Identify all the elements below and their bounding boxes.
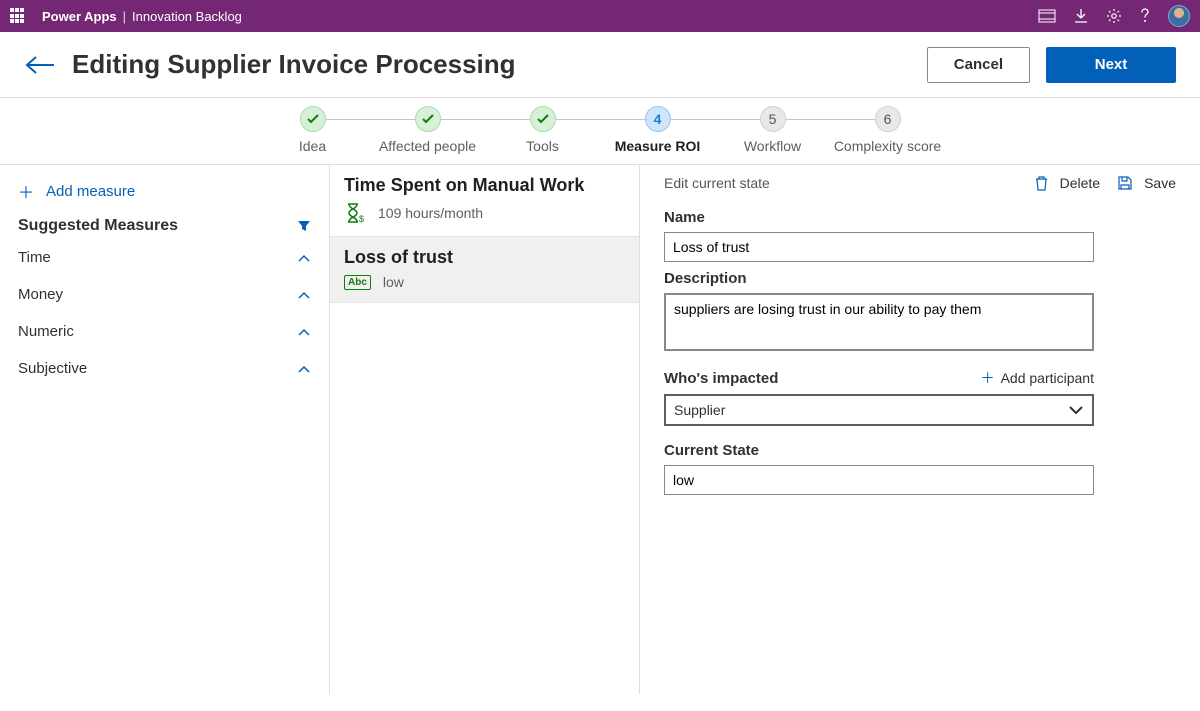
add-measure-label: Add measure [46,183,135,200]
edit-panel: Edit current state Delete Save Name Desc… [640,165,1200,694]
save-label: Save [1144,175,1176,191]
step-label: Idea [255,138,370,154]
step-label: Affected people [370,138,485,154]
brand-name: Power Apps [42,9,117,24]
current-state-label: Current State [664,442,1176,459]
wizard-stepper: Idea Affected people Tools 4 Measure ROI… [0,98,1200,165]
plus-icon: ＋ [981,368,995,388]
step-label: Complexity score [830,138,945,154]
chevron-up-icon [297,253,311,263]
step-workflow[interactable]: 5 Workflow [715,106,830,154]
save-button[interactable]: Save [1118,175,1176,191]
suggested-heading-text: Suggested Measures [18,217,178,235]
chevron-up-icon [297,327,311,337]
name-label: Name [664,209,1176,226]
category-label: Money [18,286,63,303]
chevron-down-icon [1068,404,1084,416]
category-label: Time [18,249,51,266]
measures-list: Time Spent on Manual Work $ 109 hours/mo… [330,165,640,694]
step-tools[interactable]: Tools [485,106,600,154]
measure-value: low [383,274,404,290]
impacted-value: Supplier [674,402,725,418]
chevron-up-icon [297,290,311,300]
chevron-up-icon [297,364,311,374]
delete-label: Delete [1060,175,1100,191]
step-label: Workflow [715,138,830,154]
measure-title: Loss of trust [344,247,625,268]
measures-sidebar: ＋ Add measure Suggested Measures Time Mo… [0,165,330,694]
user-avatar[interactable] [1168,5,1190,27]
filter-icon[interactable] [297,219,311,233]
suggested-measures-heading: Suggested Measures [18,213,311,239]
step-label: Measure ROI [600,138,715,154]
check-icon [306,112,320,126]
app-launcher-icon[interactable] [10,8,26,24]
fit-icon[interactable] [1038,9,1056,23]
plus-icon: ＋ [18,179,34,203]
cancel-button[interactable]: Cancel [927,47,1030,83]
step-number: 4 [645,106,671,132]
category-money[interactable]: Money [18,276,311,313]
step-affected-people[interactable]: Affected people [370,106,485,154]
gear-icon[interactable] [1106,8,1122,24]
trash-icon [1035,176,1054,191]
add-participant-label: Add participant [1001,370,1094,386]
category-time[interactable]: Time [18,239,311,276]
step-measure-roi[interactable]: 4 Measure ROI [600,106,715,154]
check-icon [421,112,435,126]
svg-text:$: $ [359,214,364,224]
category-label: Subjective [18,360,87,377]
next-button-label: Next [1095,56,1128,73]
hourglass-money-icon: $ [344,202,366,224]
category-numeric[interactable]: Numeric [18,313,311,350]
step-label: Tools [485,138,600,154]
check-icon [536,112,550,126]
text-badge-icon: Abc [344,275,371,290]
step-idea[interactable]: Idea [255,106,370,154]
step-number: 5 [760,106,786,132]
cancel-button-label: Cancel [954,56,1003,73]
category-subjective[interactable]: Subjective [18,350,311,387]
description-label: Description [664,270,1176,287]
topbar-separator: | [123,9,126,24]
step-number: 6 [875,106,901,132]
measure-card-time[interactable]: Time Spent on Manual Work $ 109 hours/mo… [330,165,639,236]
delete-button[interactable]: Delete [1035,175,1100,191]
impacted-label: Who's impacted [664,370,778,387]
content-body: ＋ Add measure Suggested Measures Time Mo… [0,165,1200,694]
add-measure-button[interactable]: ＋ Add measure [18,175,311,213]
page-header: Editing Supplier Invoice Processing Canc… [0,32,1200,98]
description-input[interactable] [664,293,1094,351]
step-complexity-score[interactable]: 6 Complexity score [830,106,945,154]
measure-value: 109 hours/month [378,205,483,221]
next-button[interactable]: Next [1046,47,1176,83]
impacted-select[interactable]: Supplier [664,394,1094,426]
measure-title: Time Spent on Manual Work [344,175,625,196]
help-icon[interactable] [1140,8,1150,24]
download-icon[interactable] [1074,8,1088,24]
edit-panel-title: Edit current state [664,175,770,191]
app-name: Innovation Backlog [132,9,242,24]
current-state-input[interactable] [664,465,1094,495]
name-input[interactable] [664,232,1094,262]
page-title: Editing Supplier Invoice Processing [72,49,516,80]
add-participant-button[interactable]: ＋ Add participant [981,368,1094,388]
global-topbar: Power Apps | Innovation Backlog [0,0,1200,32]
save-icon [1118,176,1138,190]
measure-card-trust[interactable]: Loss of trust Abc low [330,236,639,303]
back-arrow-icon[interactable] [24,55,54,75]
category-label: Numeric [18,323,74,340]
